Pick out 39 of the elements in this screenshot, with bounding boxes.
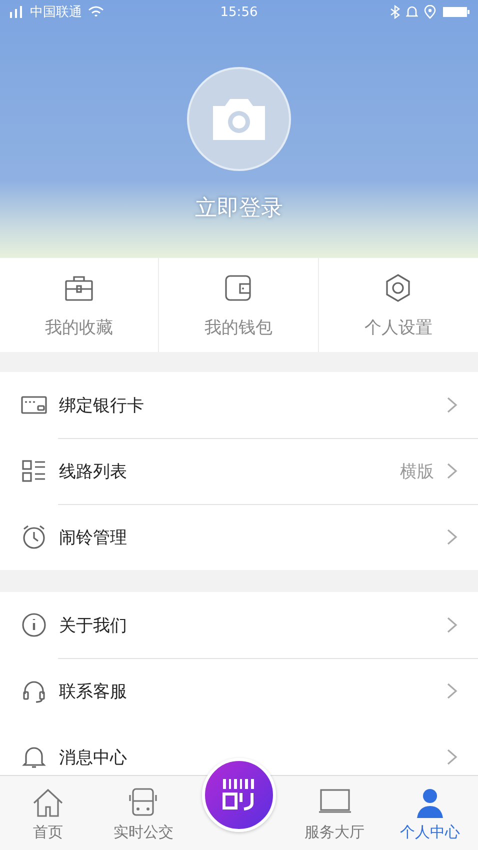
scan-button[interactable]: [202, 758, 276, 832]
chevron-icon: [446, 682, 458, 700]
list-icon: [21, 458, 47, 484]
chevron-icon: [446, 462, 458, 480]
chevron-icon: [446, 616, 458, 634]
tab[interactable]: 服务大厅: [286, 776, 382, 850]
menu-label: 消息中心: [59, 746, 128, 768]
headset-icon: [21, 678, 47, 704]
menu-row[interactable]: 关于我们: [0, 592, 478, 658]
battery-icon: [442, 5, 470, 19]
chevron-icon: [446, 528, 458, 546]
bell-icon: [406, 5, 418, 19]
info-icon: [21, 612, 47, 638]
bluetooth-icon: [390, 5, 400, 19]
menu-value: 横版: [400, 460, 434, 482]
menu-row[interactable]: 闹铃管理: [0, 504, 478, 570]
status-time: 15:56: [220, 4, 258, 20]
menu-label: 绑定银行卡: [59, 394, 145, 416]
bell-icon: [21, 744, 47, 770]
signal-icon: [8, 6, 24, 18]
location-icon: [424, 5, 436, 19]
chevron-icon: [446, 748, 458, 766]
home-icon: [30, 787, 65, 819]
scan-code-icon: [220, 778, 257, 812]
carrier-name: 中国联通: [30, 4, 82, 21]
menu-row[interactable]: 消息中心: [0, 724, 478, 776]
menu-row[interactable]: 联系客服: [0, 658, 478, 724]
menu-label: 联系客服: [59, 680, 128, 702]
tab[interactable]: 实时公交: [96, 776, 192, 850]
menu-row[interactable]: 绑定银行卡: [0, 372, 478, 438]
menu-label: 关于我们: [59, 614, 128, 636]
chevron-icon: [446, 396, 458, 414]
menu-label: 闹铃管理: [59, 526, 128, 548]
alarm-clock-icon: [21, 524, 47, 550]
tab[interactable]: 首页: [0, 776, 96, 850]
tab[interactable]: 个人中心: [382, 776, 478, 850]
menu-row[interactable]: 线路列表 横版: [0, 438, 478, 504]
wifi-icon: [88, 6, 104, 18]
menu-label: 线路列表: [59, 460, 128, 482]
